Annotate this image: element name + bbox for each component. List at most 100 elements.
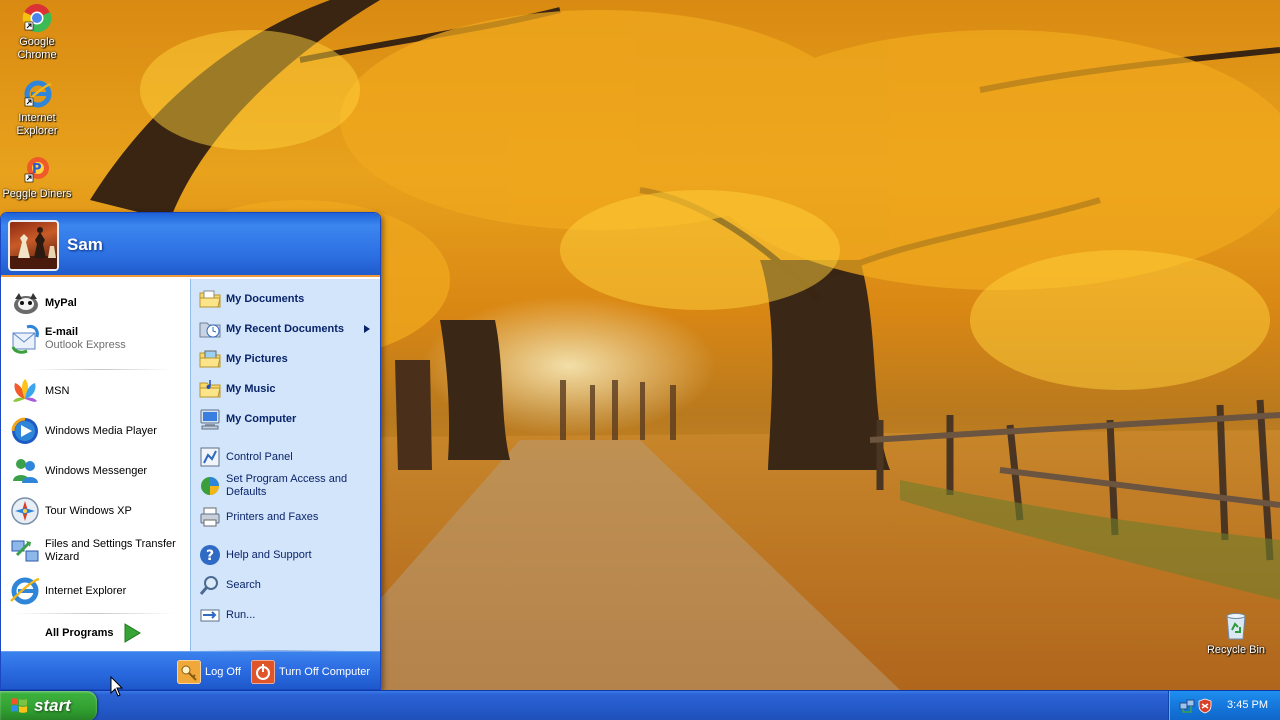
start-menu-footer: Log Off Turn Off Computer [1,651,380,689]
chess-avatar-icon [10,227,57,269]
desktop-icon-label: Peggle Diners [2,188,72,200]
pinned-item-label: MyPal [45,296,77,309]
start-menu-programs: MyPal E-mail Outlook Express MSN Windows… [1,279,190,651]
start-menu-header: Sam [1,213,380,277]
recent-item-media-player[interactable]: Windows Media Player [9,415,157,447]
program-access-icon [201,477,219,495]
tour-icon [11,497,39,525]
all-programs-button[interactable]: All Programs [45,623,142,643]
user-avatar[interactable] [8,220,59,271]
recent-item-label: Windows Messenger [45,464,148,477]
recent-item-label: Tour Windows XP [45,504,132,517]
music-folder-icon [199,380,221,398]
place-label: My Music [226,382,276,395]
chrome-icon [22,4,52,33]
desktop-icon-label: Google Chrome [17,36,57,61]
setting-label: Set Program Access and Defaults [226,473,348,498]
user-name: Sam [67,235,103,254]
ie-icon [24,80,52,108]
recent-item-label: MSN [45,384,70,397]
place-my-recent-documents[interactable]: My Recent Documents [198,317,374,341]
pinned-item-sublabel: Outlook Express [45,339,126,351]
recycle-bin-icon [1226,613,1246,640]
recent-item-transfer-wizard[interactable]: Files and Settings Transfer Wizard [9,535,179,567]
setting-label: Control Panel [226,450,293,463]
desktop-icon-label: Recycle Bin [1206,644,1266,656]
help-icon: ? [200,545,220,565]
submenu-arrow-icon [364,325,370,333]
desktop-icon-internet-explorer[interactable]: Internet Explorer [0,78,74,138]
start-button[interactable]: start [0,691,97,720]
tool-help-support[interactable]: ? Help and Support [198,543,312,567]
security-shield-icon[interactable] [1197,698,1213,714]
recent-item-label: Files and Settings Transfer Wizard [45,538,176,563]
setting-control-panel[interactable]: Control Panel [198,445,293,469]
power-icon [251,660,275,684]
search-icon [199,576,218,595]
tool-search[interactable]: Search [198,573,261,597]
network-icon[interactable] [1179,698,1195,714]
place-label: My Recent Documents [226,322,344,335]
peggle-icon: P [24,157,49,183]
taskbar: start 3:45 PM [0,690,1280,720]
start-menu: Sam MyPal E-mail Outlook Express MSN Win… [0,212,381,690]
recent-docs-icon [199,322,221,338]
setting-program-access[interactable]: Set Program Access and Defaults [198,473,376,499]
computer-icon [200,409,220,430]
clock[interactable]: 3:45 PM [1227,699,1268,711]
place-my-documents[interactable]: My Documents [198,287,304,311]
all-programs-label: All Programs [45,626,114,639]
svg-text:?: ? [206,548,214,564]
place-label: My Documents [226,292,305,305]
place-my-music[interactable]: My Music [198,377,276,401]
desktop-icon-recycle-bin[interactable]: Recycle Bin [1199,610,1273,657]
key-icon [177,660,201,684]
mouse-cursor-icon [110,676,124,697]
recent-item-internet-explorer[interactable]: Internet Explorer [9,575,126,607]
run-icon [200,609,220,622]
system-tray: 3:45 PM [1168,691,1280,720]
place-my-pictures[interactable]: My Pictures [198,347,288,371]
windows-logo-icon [11,698,27,713]
turn-off-label: Turn Off Computer [279,666,371,678]
recent-item-msn[interactable]: MSN [9,375,69,407]
place-label: My Pictures [226,352,288,365]
svg-text:P: P [32,162,42,177]
desktop-icon-label: Internet Explorer [16,112,58,137]
setting-printers-faxes[interactable]: Printers and Faxes [198,505,318,529]
pictures-folder-icon [199,350,221,368]
place-label: My Computer [226,412,297,425]
recent-item-label: Windows Media Player [45,424,157,437]
desktop-icon-chrome[interactable]: Google Chrome [0,2,74,62]
place-my-computer[interactable]: My Computer [198,407,296,431]
media-player-icon [11,417,38,444]
folder-icon [199,290,221,308]
ie-icon [10,577,40,605]
msn-icon [13,379,37,402]
turn-off-button[interactable]: Turn Off Computer [251,660,370,684]
log-off-label: Log Off [205,666,241,678]
printer-icon [200,507,220,527]
tool-label: Search [226,578,261,591]
control-panel-icon [200,447,220,467]
recent-item-tour[interactable]: Tour Windows XP [9,495,132,527]
tool-label: Help and Support [226,548,312,561]
pinned-item-mypal[interactable]: MyPal [9,287,77,319]
separator [15,613,175,614]
tool-run[interactable]: Run... [198,603,255,627]
messenger-icon [13,459,38,483]
desktop-icon-peggle[interactable]: P Peggle Diners [0,154,74,201]
mypal-icon [14,293,38,314]
recent-item-label: Internet Explorer [45,584,127,597]
start-label: start [34,696,71,715]
pinned-item-email[interactable]: E-mail Outlook Express [9,323,126,355]
transfer-wizard-icon [11,540,39,562]
recent-item-messenger[interactable]: Windows Messenger [9,455,147,487]
log-off-button[interactable]: Log Off [177,660,241,684]
green-arrow-icon [124,623,142,643]
email-icon [11,325,39,354]
setting-label: Printers and Faxes [226,510,319,523]
pinned-item-label: E-mail [45,326,79,338]
tool-label: Run... [226,608,256,621]
separator [31,369,171,370]
